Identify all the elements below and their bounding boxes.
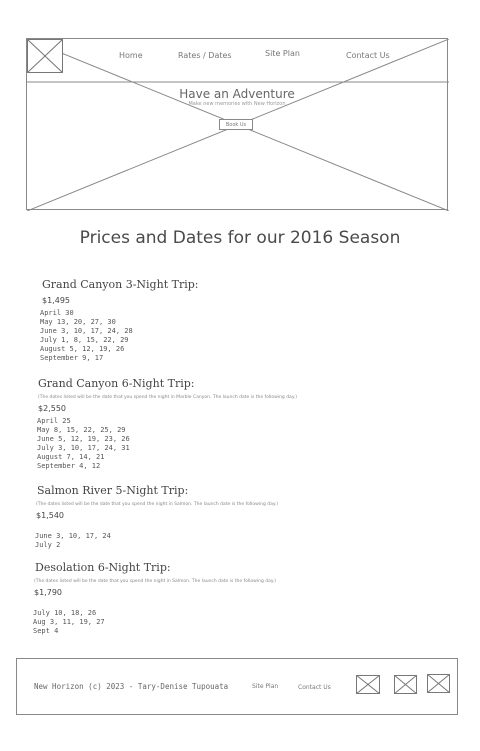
trip-section: Salmon River 5-Night Trip: (The dates li… [35,484,278,550]
date-line: June 3, 10, 17, 24 [35,532,111,540]
date-line: July 3, 10, 17, 24, 31 [37,444,130,452]
nav-site-plan[interactable]: Site Plan [265,49,300,58]
footer-copyright: New Horizon (c) 2023 - Tary-Denise Tupou… [34,682,229,691]
trip-price: $1,540 [36,511,64,520]
date-line: July 1, 8, 15, 22, 29 [40,336,129,344]
date-line [35,523,278,532]
hero-title: Have an Adventure [179,87,295,101]
hero-banner: Home Rates / Dates Site Plan Contact Us … [26,38,449,211]
date-line [33,600,276,609]
nav-rates-dates[interactable]: Rates / Dates [178,51,232,60]
trip-note: (The dates listed will be the date that … [34,579,277,584]
trip-section: Desolation 6-Night Trip: (The dates list… [33,561,276,636]
footer-link-contact-us[interactable]: Contact Us [298,684,331,691]
trip-price: $1,790 [34,588,62,597]
nav-home[interactable]: Home [119,51,143,60]
social-icon-2[interactable] [394,675,417,694]
trip-dates: April 30 May 13, 20, 27, 30 June 3, 10, 17… [40,309,198,363]
footer: New Horizon (c) 2023 - Tary-Denise Tupou… [16,658,458,715]
trip-dates: June 3, 10, 17, 24 July 2 [35,523,278,550]
trip-price: $2,550 [38,404,66,413]
social-icon-1[interactable] [356,675,380,694]
trip-section: Grand Canyon 3-Night Trip: $1,495 April … [40,278,198,363]
trip-name: Grand Canyon 3-Night Trip: [42,278,199,291]
date-line: September 4, 12 [37,462,101,470]
date-line: July 10, 18, 26 [33,609,97,617]
date-line: Sept 4 [33,627,59,635]
date-line: May 13, 20, 27, 30 [40,318,116,326]
date-line: August 5, 12, 19, 26 [40,345,125,353]
trip-note: (The dates listed will be the date that … [36,502,279,507]
date-line: July 2 [35,541,61,549]
date-line: August 7, 14, 21 [37,453,105,461]
trip-name: Desolation 6-Night Trip: [35,561,171,574]
book-us-button[interactable]: Book Us [219,119,253,130]
date-line: April 30 [40,309,74,317]
nav-contact-us[interactable]: Contact Us [346,51,390,60]
date-line: May 8, 15, 22, 25, 29 [37,426,126,434]
trip-name: Grand Canyon 6-Night Trip: [38,377,195,390]
page-title: Prices and Dates for our 2016 Season [79,228,401,248]
trip-note: (The dates listed will be the date that … [38,395,298,400]
trip-name: Salmon River 5-Night Trip: [37,484,189,497]
trip-dates: April 25 May 8, 15, 22, 25, 29 June 5, 12,… [37,417,297,471]
logo-icon[interactable] [27,39,63,73]
trip-section: Grand Canyon 6-Night Trip: (The dates li… [37,377,297,471]
date-line: June 3, 10, 17, 24, 28 [40,327,133,335]
trip-dates: July 10, 18, 26 Aug 3, 11, 19, 27 Sept 4 [33,600,276,636]
trip-price: $1,495 [42,296,70,305]
date-line: September 9, 17 [40,354,104,362]
hero-subtitle: Make new memories with New Horizon [188,101,286,107]
social-icon-3[interactable] [427,674,450,693]
date-line: June 5, 12, 19, 23, 26 [37,435,130,443]
footer-link-site-plan[interactable]: Site Plan [252,683,278,690]
date-line: April 25 [37,417,71,425]
date-line: Aug 3, 11, 19, 27 [33,618,105,626]
